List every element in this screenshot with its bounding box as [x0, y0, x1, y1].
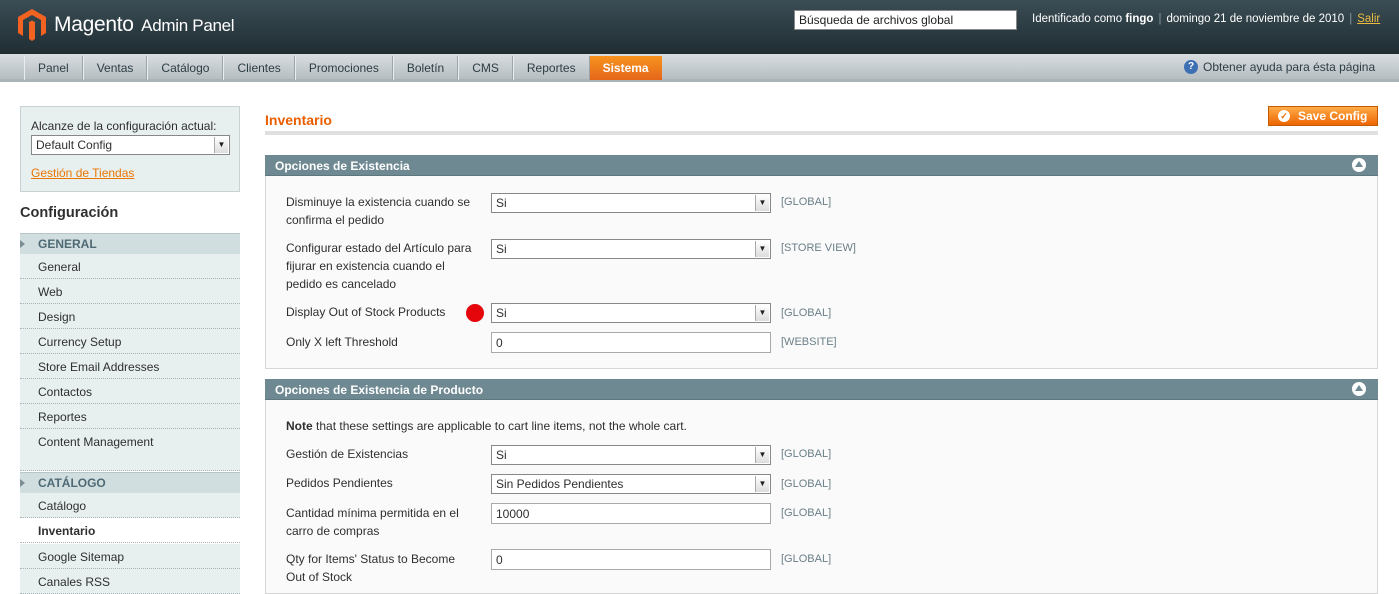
header-user-info: Identificado como fingo | domingo 21 de no…	[1032, 13, 1381, 25]
logo-main-text: Magento	[54, 13, 134, 36]
sidebar-item-general[interactable]: General	[20, 254, 240, 279]
scope-tag: [GLOBAL]	[781, 553, 832, 565]
scope-label: Alcanze de la configuración actual:	[31, 119, 217, 133]
manage-stores-link[interactable]: Gestión de Tiendas	[31, 166, 134, 180]
backorders-select[interactable]: Sin Pedidos Pendientes ▼	[491, 474, 771, 494]
sidebar-item-google-sitemap[interactable]: Google Sitemap	[20, 544, 240, 569]
field-label-only-x-left: Only X left Threshold	[286, 335, 398, 349]
header-bar: Magento Admin Panel Identificado como fi…	[0, 0, 1399, 54]
scope-switcher: Alcanze de la configuración actual: Defa…	[20, 106, 240, 192]
chevron-down-icon: ▼	[755, 241, 769, 257]
scope-select-value: Default Config	[36, 138, 113, 152]
scope-tag: [GLOBAL]	[781, 507, 832, 519]
expand-arrow-icon	[20, 479, 25, 487]
nav-item-boletin[interactable]: Boletín	[392, 56, 459, 80]
help-link-text: Obtener ayuda para ésta página	[1203, 60, 1376, 74]
magento-logo-icon	[18, 9, 46, 41]
sidebar-item-content-management[interactable]: Content Management	[20, 429, 240, 471]
global-search-input[interactable]	[794, 10, 1017, 30]
marker-dot	[466, 304, 484, 322]
scope-tag: [STORE VIEW]	[781, 242, 856, 254]
current-date: domingo 21 de noviembre de 2010	[1166, 13, 1345, 25]
fieldset-header-stock-options[interactable]: Opciones de Existencia	[265, 155, 1378, 176]
logged-in-label: Identificado como	[1032, 13, 1123, 25]
scope-select[interactable]: Default Config ▼	[31, 135, 230, 155]
logout-link[interactable]: Salir	[1357, 13, 1380, 25]
config-title: Configuración	[20, 205, 119, 221]
nav-item-sistema[interactable]: Sistema	[589, 56, 662, 80]
chevron-down-icon: ▼	[214, 137, 228, 153]
title-divider	[265, 131, 1378, 135]
field-label-manage-stock: Gestión de Existencias	[286, 447, 409, 461]
chevron-down-icon: ▼	[755, 447, 769, 463]
page-title: Inventario	[265, 112, 332, 128]
sidebar-item-contactos[interactable]: Contactos	[20, 379, 240, 404]
sidebar-item-canales-rss[interactable]: Canales RSS	[20, 569, 240, 594]
nav-item-promociones[interactable]: Promociones	[294, 56, 393, 80]
chevron-down-icon: ▼	[755, 195, 769, 211]
scope-tag: [GLOBAL]	[781, 478, 832, 490]
help-link[interactable]: ? Obtener ayuda para ésta página	[1184, 60, 1375, 74]
field-label-display-out-of-stock: Display Out of Stock Products	[286, 305, 446, 319]
sidebar-section-catalogo[interactable]: CATÁLOGO	[20, 472, 240, 493]
scope-tag: [WEBSITE]	[781, 336, 837, 348]
out-of-stock-threshold-input[interactable]: 0	[491, 549, 771, 570]
nav-item-catalogo[interactable]: Catálogo	[147, 56, 224, 80]
sidebar-item-inventario[interactable]: Inventario	[20, 518, 240, 543]
sidebar-item-reportes[interactable]: Reportes	[20, 404, 240, 429]
field-label-out-of-stock-threshold: Qty for Items' Status to Become Out of S…	[286, 552, 456, 584]
scope-tag: [GLOBAL]	[781, 448, 832, 460]
chevron-down-icon: ▼	[755, 476, 769, 492]
scope-tag: [GLOBAL]	[781, 196, 832, 208]
field-label-min-cart-qty: Cantidad mínima permitida en el carro de…	[286, 506, 459, 538]
scope-tag: [GLOBAL]	[781, 307, 832, 319]
cancel-status-select[interactable]: Si ▼	[491, 239, 771, 259]
field-label-decrease-stock: Disminuye la existencia cuando se confir…	[286, 195, 471, 227]
main-nav: Panel Ventas Catálogo Clientes Promocion…	[0, 54, 1399, 82]
sidebar-section-general[interactable]: GENERAL	[20, 233, 240, 254]
help-icon: ?	[1184, 60, 1198, 74]
sidebar-item-store-email[interactable]: Store Email Addresses	[20, 354, 240, 379]
nav-item-clientes[interactable]: Clientes	[223, 56, 295, 80]
sidebar-item-currency-setup[interactable]: Currency Setup	[20, 329, 240, 354]
chevron-down-icon: ▼	[755, 305, 769, 321]
sidebar-item-design[interactable]: Design	[20, 304, 240, 329]
only-x-left-input[interactable]: 0	[491, 332, 771, 353]
nav-item-reportes[interactable]: Reportes	[512, 56, 590, 80]
expand-arrow-icon	[20, 240, 25, 248]
sidebar-item-catalogo[interactable]: Catálogo	[20, 493, 240, 518]
decrease-stock-select[interactable]: Si ▼	[491, 193, 771, 213]
min-cart-qty-input[interactable]: 10000	[491, 503, 771, 524]
field-label-backorders: Pedidos Pendientes	[286, 476, 393, 490]
check-icon: ✓	[1278, 110, 1290, 122]
collapse-icon[interactable]	[1352, 382, 1366, 396]
display-out-of-stock-select[interactable]: Si ▼	[491, 303, 771, 323]
save-config-label: Save Config	[1298, 109, 1368, 123]
sidebar-item-web[interactable]: Web	[20, 279, 240, 304]
magento-logo[interactable]: Magento Admin Panel	[18, 9, 235, 41]
nav-item-cms[interactable]: CMS	[458, 56, 513, 80]
settings-note: Note that these settings are applicable …	[286, 419, 687, 433]
save-config-button[interactable]: ✓ Save Config	[1268, 106, 1378, 126]
username: fingo	[1125, 13, 1154, 25]
logo-sub-text: Admin Panel	[141, 16, 235, 35]
nav-item-panel[interactable]: Panel	[24, 56, 83, 80]
fieldset-header-product-stock-options[interactable]: Opciones de Existencia de Producto	[265, 379, 1378, 400]
manage-stock-select[interactable]: Si ▼	[491, 445, 771, 465]
collapse-icon[interactable]	[1352, 158, 1366, 172]
nav-item-ventas[interactable]: Ventas	[82, 56, 148, 80]
field-label-cancel-status: Configurar estado del Artículo para fiju…	[286, 241, 472, 291]
